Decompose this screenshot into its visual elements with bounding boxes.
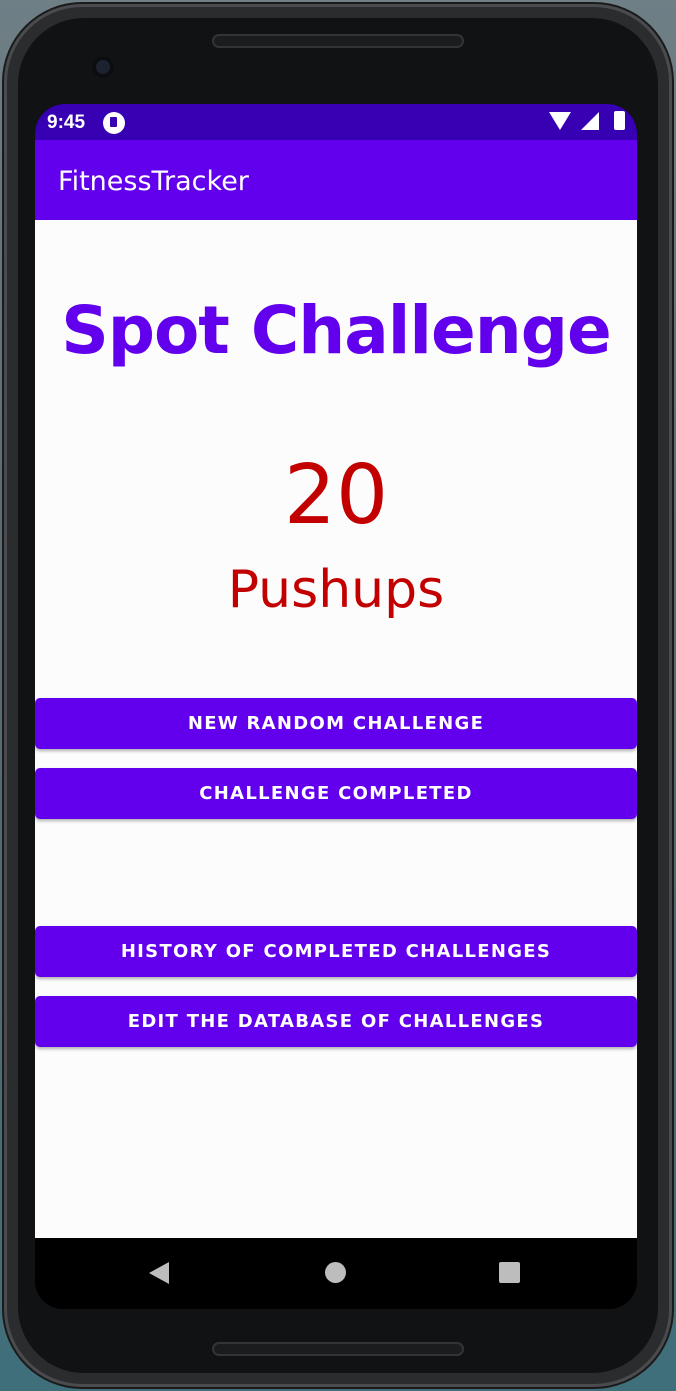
back-icon[interactable] [149, 1262, 169, 1284]
app-title: FitnessTracker [58, 166, 249, 197]
battery-icon [614, 111, 625, 130]
home-icon[interactable] [325, 1262, 346, 1283]
new-random-challenge-button[interactable]: NEW RANDOM CHALLENGE [35, 698, 637, 749]
recents-icon[interactable] [499, 1262, 520, 1283]
front-camera [92, 56, 114, 78]
status-bar: 9:45 [35, 104, 637, 140]
earpiece-speaker [212, 34, 464, 48]
history-button[interactable]: HISTORY OF COMPLETED CHALLENGES [35, 926, 637, 977]
app-bar: FitnessTracker [35, 140, 637, 220]
wifi-icon [549, 112, 571, 130]
edit-database-button[interactable]: EDIT THE DATABASE OF CHALLENGES [35, 996, 637, 1047]
signal-icon [581, 112, 599, 130]
main-content: Spot Challenge 20 Pushups NEW RANDOM CHA… [35, 220, 637, 1238]
bottom-speaker [212, 1342, 464, 1356]
navigation-bar [35, 1238, 637, 1309]
device-screen: 9:45 FitnessTracker Spot Challenge 20 Pu… [35, 104, 637, 1309]
challenge-count: 20 [283, 448, 389, 543]
challenge-completed-button[interactable]: CHALLENGE COMPLETED [35, 768, 637, 819]
status-time: 9:45 [47, 112, 86, 133]
challenge-heading: Spot Challenge [61, 292, 612, 369]
notification-icon [103, 112, 125, 134]
challenge-unit: Pushups [227, 560, 445, 620]
